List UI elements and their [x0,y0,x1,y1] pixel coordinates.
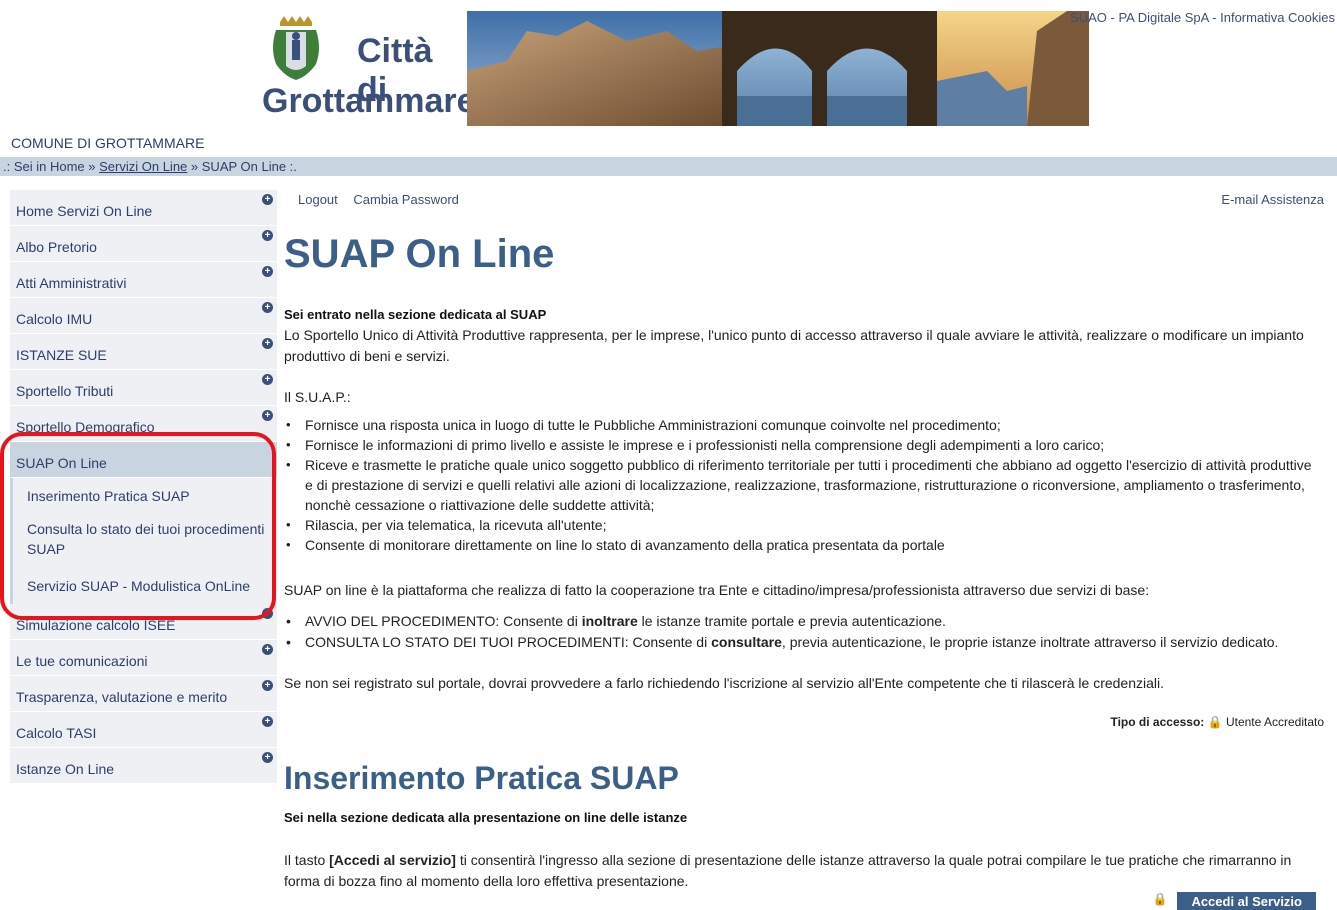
services-list: AVVIO DEL PROCEDIMENTO: Consente di inol… [284,611,1278,653]
list-item: Rilascia, per via telematica, la ricevut… [284,515,1314,535]
sidebar-item-istanze-on-line[interactable]: Istanze On Line + [10,748,277,784]
list-item: AVVIO DEL PROCEDIMENTO: Consente di inol… [284,611,1278,632]
list-item-text: CONSULTA LO STATO DEI TUOI PROCEDIMENTI:… [305,634,712,650]
sidebar-item-label: Le tue comunicazioni [16,653,148,669]
sidebar-item-trasparenza[interactable]: Trasparenza, valutazione e merito + [10,676,277,712]
tipo-accesso: Tipo di accesso: 🔒 Utente Accreditato [1110,715,1324,729]
sidebar-item-label: Home Servizi On Line [16,203,153,219]
site-header: Città di Grottammare SUAO - PA Digitale … [0,0,1337,130]
accedi-area: 🔒 Accedi al Servizio [1153,892,1316,910]
plus-icon[interactable]: + [262,266,273,277]
plus-icon[interactable]: + [262,194,273,205]
sidebar-item-label: Calcolo IMU [16,311,93,327]
sidebar-item-label: ISTANZE SUE [16,347,107,363]
accedi-desc-bold: [Accedi al servizio] [329,852,456,868]
plus-icon[interactable]: + [262,644,273,655]
accedi-al-servizio-button[interactable]: Accedi al Servizio [1177,892,1316,910]
cooperazione-text: SUAP on line è la piattaforma che realiz… [284,582,1150,598]
plus-icon[interactable]: + [262,752,273,763]
comune-title: COMUNE DI GROTTAMMARE [11,135,205,151]
top-links[interactable]: SUAO - PA Digitale SpA - Informativa Coo… [1070,10,1335,25]
intro-heading: Sei entrato nella sezione dedicata al SU… [284,307,547,322]
plus-icon[interactable]: + [262,338,273,349]
cambia-password-link[interactable]: Cambia Password [353,192,459,207]
sidebar-item-label: Calcolo TASI [16,725,97,741]
plus-icon[interactable]: + [262,716,273,727]
city-crest-icon [273,16,319,80]
plus-icon[interactable]: + [262,302,273,313]
section-title-inserimento: Inserimento Pratica SUAP [284,760,679,796]
list-item: Fornisce le informazioni di primo livell… [284,435,1314,455]
list-item-text: AVVIO DEL PROCEDIMENTO: Consente di [305,613,582,629]
sidebar-item-label: Sportello Tributi [16,383,114,399]
sidebar-item-calcolo-tasi[interactable]: Calcolo TASI + [10,712,277,748]
city-logo[interactable]: Città di Grottammare [262,10,476,120]
lock-icon: 🔒 [1207,715,1223,729]
header-banner-photo [467,11,1089,126]
tipo-accesso-value: Utente Accreditato [1225,715,1324,729]
accedi-description: Il tasto [Accedi al servizio] ti consent… [284,850,1314,892]
list-item: Fornisce una risposta unica in luogo di … [284,415,1314,435]
logout-link[interactable]: Logout [298,192,338,207]
sidebar-item-label: Atti Amministrativi [16,275,127,291]
plus-icon[interactable]: + [262,680,273,691]
sidebar-item-sportello-tributi[interactable]: Sportello Tributi + [10,370,277,406]
breadcrumb-sep: » [190,159,199,174]
breadcrumb: .: Sei in Home » Servizi On Line » SUAP … [0,157,1337,176]
intro-text: Lo Sportello Unico di Attività Produttiv… [284,327,1304,364]
plus-icon[interactable]: + [262,410,273,421]
sidebar-item-home-servizi[interactable]: Home Servizi On Line + [10,190,277,226]
suap-label: Il S.U.A.P.: [284,389,351,405]
page-title: SUAP On Line [284,232,555,276]
breadcrumb-prefix: .: Sei in Home » [3,159,96,174]
sidebar-item-istanze-sue[interactable]: ISTANZE SUE + [10,334,277,370]
accedi-desc-pre: Il tasto [284,852,330,868]
sidebar-item-albo-pretorio[interactable]: Albo Pretorio + [10,226,277,262]
list-item: CONSULTA LO STATO DEI TUOI PROCEDIMENTI:… [284,632,1278,653]
list-item-bold: consultare [711,634,782,650]
list-item-bold: inoltrare [581,613,638,629]
highlight-annotation [0,432,276,620]
breadcrumb-current: SUAP On Line :. [201,159,297,174]
account-links: Logout Cambia Password [298,192,471,207]
list-item: Consente di monitorare direttamente on l… [284,535,1314,555]
sidebar-item-label: Albo Pretorio [16,239,97,255]
sidebar-item-calcolo-imu[interactable]: Calcolo IMU + [10,298,277,334]
sidebar-item-atti-amministrativi[interactable]: Atti Amministrativi + [10,262,277,298]
lock-icon: 🔒 [1152,892,1168,906]
sidebar-item-label: Trasparenza, valutazione e merito [16,689,228,705]
logo-text-line2: Grottammare [262,82,476,120]
section-subheading: Sei nella sezione dedicata alla presenta… [284,810,688,825]
tipo-accesso-label: Tipo di accesso: [1110,715,1205,729]
sidebar-item-label: Istanze On Line [16,761,115,777]
list-item-text: le istanze tramite portale e previa aute… [637,613,946,629]
plus-icon[interactable]: + [262,374,273,385]
list-item-text: , previa autenticazione, le proprie ista… [781,634,1279,650]
list-item: Riceve e trasmette le pratiche quale uni… [284,455,1314,515]
sidebar-item-tue-comunicazioni[interactable]: Le tue comunicazioni + [10,640,277,676]
suap-functions-list: Fornisce una risposta unica in luogo di … [284,415,1314,555]
registrazione-text: Se non sei registrato sul portale, dovra… [284,675,1165,691]
email-assistenza-link[interactable]: E-mail Assistenza [1221,192,1324,207]
plus-icon[interactable]: + [262,230,273,241]
breadcrumb-link-servizi[interactable]: Servizi On Line [99,159,187,174]
